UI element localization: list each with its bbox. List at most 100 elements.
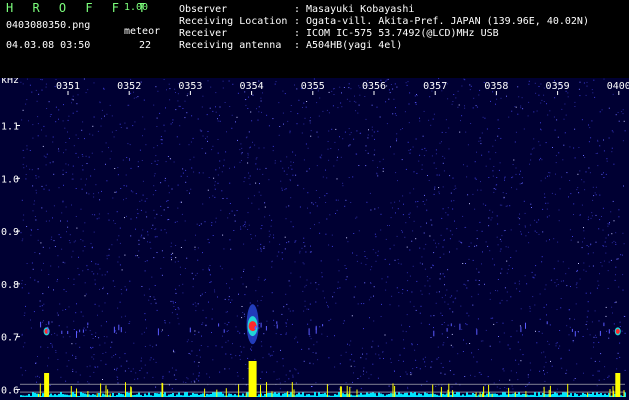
noise-speck bbox=[389, 248, 391, 250]
noise-speck bbox=[35, 219, 37, 221]
noise-speck bbox=[77, 267, 79, 269]
noise-speck bbox=[75, 312, 77, 314]
noise-speck bbox=[538, 94, 540, 96]
noise-speck bbox=[556, 119, 558, 121]
noise-speck bbox=[619, 321, 621, 323]
noise-speck bbox=[276, 378, 278, 380]
noise-speck bbox=[94, 283, 96, 285]
level-spike bbox=[609, 389, 611, 397]
noise-speck bbox=[290, 272, 292, 274]
noise-speck bbox=[90, 347, 92, 349]
noise-speck bbox=[358, 165, 360, 166]
noise-speck bbox=[423, 110, 425, 112]
baseline-level bbox=[228, 393, 230, 397]
noise-speck bbox=[178, 323, 180, 325]
noise-speck bbox=[303, 310, 305, 312]
noise-speck bbox=[137, 161, 139, 163]
noise-speck bbox=[619, 326, 621, 327]
noise-speck bbox=[409, 212, 411, 214]
noise-speck bbox=[513, 159, 515, 161]
noise-speck bbox=[71, 102, 72, 104]
noise-speck bbox=[519, 183, 521, 185]
noise-speck bbox=[29, 168, 31, 170]
noise-speck bbox=[217, 118, 218, 120]
noise-speck bbox=[150, 357, 152, 359]
noise-speck bbox=[461, 85, 463, 87]
noise-speck bbox=[286, 173, 288, 175]
noise-speck bbox=[91, 152, 93, 154]
noise-speck bbox=[477, 349, 479, 350]
noise-speck bbox=[177, 184, 179, 186]
noise-speck bbox=[229, 203, 231, 204]
noise-speck bbox=[312, 363, 314, 365]
level-spike bbox=[225, 388, 227, 397]
noise-speck bbox=[563, 118, 565, 120]
noise-speck bbox=[42, 246, 44, 248]
noise-speck bbox=[225, 341, 227, 343]
noise-speck bbox=[130, 167, 132, 169]
noise-speck bbox=[251, 346, 253, 348]
noise-speck bbox=[315, 202, 317, 204]
noise-speck bbox=[245, 137, 247, 139]
noise-speck bbox=[231, 114, 233, 116]
noise-speck bbox=[586, 85, 588, 87]
noise-speck bbox=[441, 384, 443, 386]
noise-speck bbox=[374, 138, 375, 140]
noise-speck bbox=[214, 291, 216, 293]
noise-speck bbox=[392, 113, 394, 115]
noise-speck bbox=[49, 115, 51, 117]
noise-speck bbox=[132, 368, 134, 370]
noise-speck bbox=[438, 384, 440, 386]
noise-speck bbox=[47, 346, 49, 348]
noise-speck bbox=[125, 331, 126, 333]
noise-speck bbox=[367, 152, 369, 154]
noise-speck bbox=[207, 189, 209, 191]
noise-speck bbox=[163, 257, 165, 258]
noise-speck bbox=[65, 309, 67, 310]
noise-speck bbox=[260, 100, 262, 102]
noise-speck bbox=[170, 123, 172, 125]
baseline-level bbox=[134, 394, 136, 397]
baseline-level bbox=[28, 394, 30, 397]
location-colon: : bbox=[294, 16, 301, 27]
noise-speck bbox=[428, 119, 430, 121]
noise-speck bbox=[126, 185, 128, 187]
noise-speck bbox=[585, 171, 587, 173]
noise-speck bbox=[101, 274, 103, 276]
noise-speck bbox=[120, 365, 122, 367]
noise-speck bbox=[368, 377, 370, 379]
noise-speck bbox=[600, 262, 602, 263]
noise-speck bbox=[360, 387, 362, 389]
noise-speck bbox=[120, 188, 122, 189]
noise-speck bbox=[578, 263, 579, 264]
noise-speck bbox=[57, 369, 59, 371]
noise-speck bbox=[526, 384, 528, 386]
noise-speck bbox=[318, 284, 320, 286]
noise-speck bbox=[180, 274, 181, 276]
noise-speck bbox=[214, 184, 216, 186]
baseline-level bbox=[520, 394, 522, 397]
baseline-level bbox=[234, 394, 236, 397]
noise-speck bbox=[58, 148, 59, 150]
noise-speck bbox=[217, 120, 219, 122]
noise-speck bbox=[442, 344, 444, 346]
noise-speck bbox=[404, 111, 406, 113]
noise-speck bbox=[193, 380, 195, 382]
noise-speck bbox=[337, 259, 339, 261]
noise-speck bbox=[101, 151, 103, 153]
noise-speck bbox=[194, 249, 196, 251]
noise-speck bbox=[105, 351, 107, 353]
noise-speck bbox=[155, 86, 157, 88]
baseline-level bbox=[530, 394, 532, 397]
noise-speck bbox=[622, 140, 624, 142]
noise-speck bbox=[186, 112, 188, 114]
noise-speck bbox=[245, 99, 247, 100]
noise-speck bbox=[94, 366, 96, 368]
noise-speck bbox=[281, 313, 283, 315]
noise-speck bbox=[222, 87, 224, 89]
level-spike bbox=[587, 392, 589, 397]
noise-speck bbox=[92, 134, 94, 136]
noise-speck bbox=[520, 231, 522, 233]
noise-speck bbox=[482, 116, 484, 118]
noise-speck bbox=[49, 385, 51, 386]
